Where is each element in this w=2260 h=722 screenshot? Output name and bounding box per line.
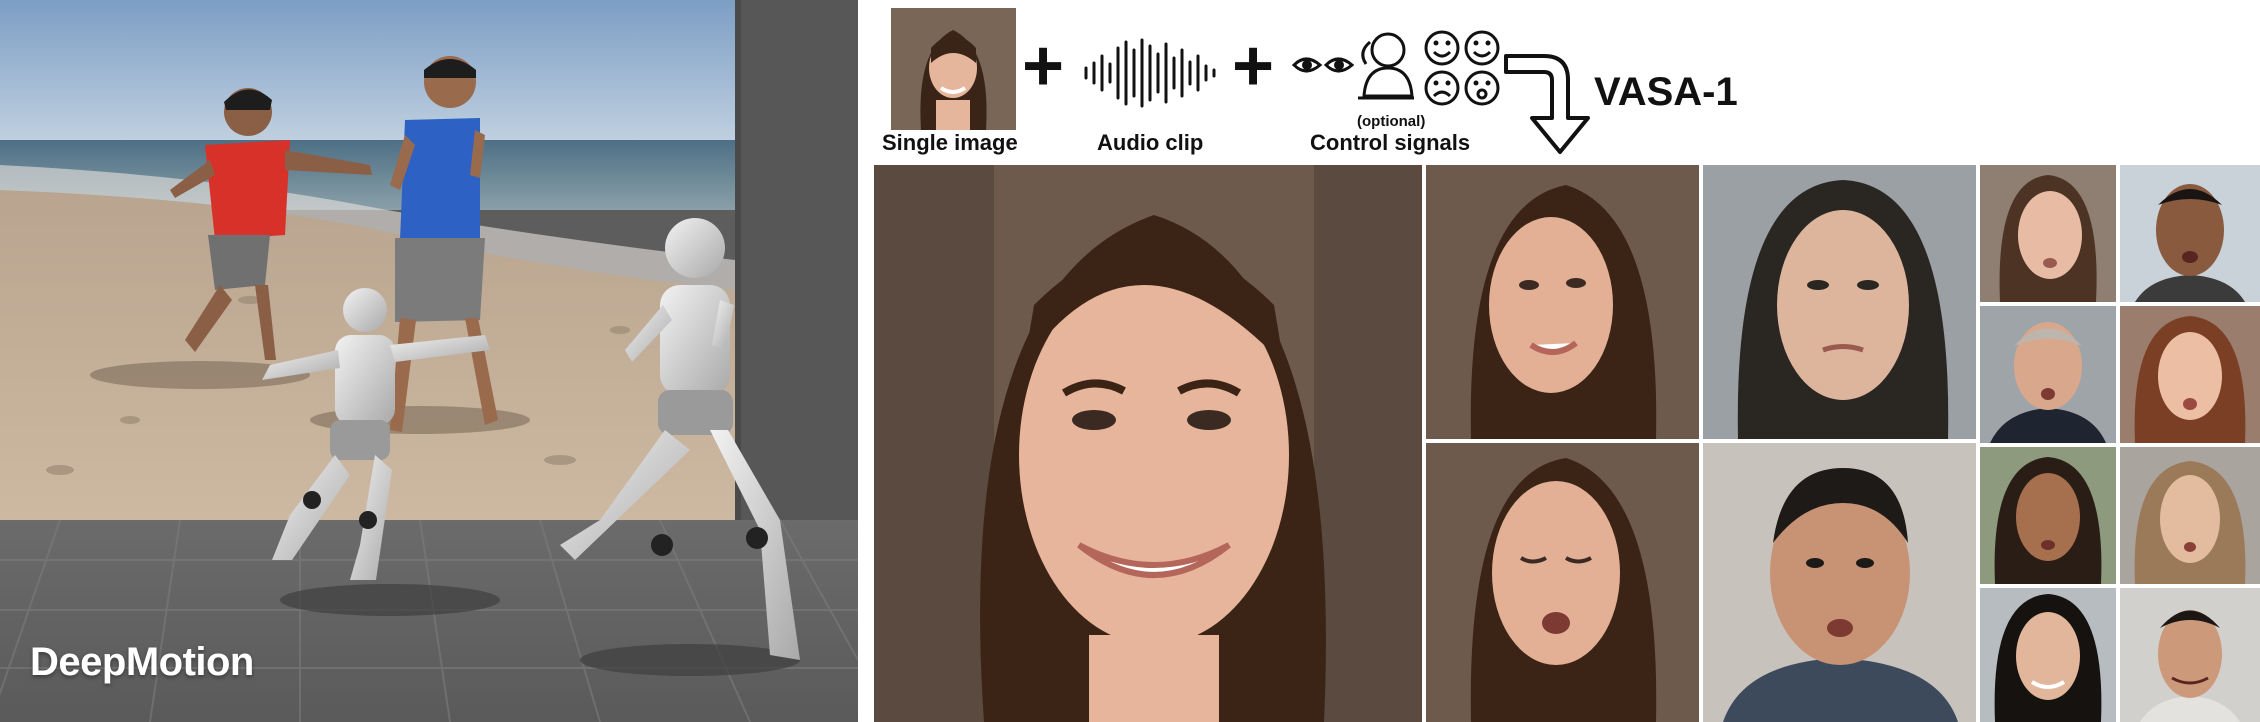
person-icon: [1358, 32, 1414, 100]
face-tile-small-5: [1980, 447, 2116, 584]
face-tile-small-8: [2120, 588, 2260, 722]
plus-sign-2: +: [1232, 26, 1275, 106]
single-image-label: Single image: [882, 130, 1018, 155]
face-tile-medium-4: [1703, 443, 1976, 722]
deepmotion-scene: DeepMotion: [0, 0, 858, 722]
face-tile-small-1: [1980, 165, 2116, 302]
face-tile-small-3: [1980, 306, 2116, 443]
face-tile-medium-3: [1703, 165, 1976, 439]
face-tile-small-4: [2120, 306, 2260, 443]
emotion-faces-icon: [1424, 30, 1500, 106]
face-tile-small-2: [2120, 165, 2260, 302]
face-tile-small-7: [1980, 588, 2116, 722]
audio-waveform-icon: [1084, 38, 1216, 108]
control-signals-label: Control signals: [1310, 130, 1471, 155]
vasa-figure: Single image + Audio clip + (optional) C…: [872, 0, 2260, 722]
portrait-thumbnail: [891, 8, 1016, 130]
curved-arrow-icon: [1504, 54, 1590, 154]
face-tile-large: [874, 165, 1422, 722]
plus-sign-1: +: [1022, 26, 1065, 106]
deepmotion-label: DeepMotion: [30, 640, 254, 684]
input-diagram: Single image + Audio clip + (optional) C…: [872, 0, 2260, 165]
eyes-icon: [1292, 57, 1354, 73]
vasa-title: VASA-1: [1594, 70, 1738, 114]
face-tile-medium-2: [1426, 443, 1699, 722]
face-grid: [874, 165, 2260, 722]
optional-label: (optional): [1357, 113, 1426, 130]
audio-clip-label: Audio clip: [1097, 130, 1204, 155]
beach-animation-illustration: [0, 0, 858, 722]
face-tile-small-6: [2120, 447, 2260, 584]
face-tile-medium-1: [1426, 165, 1699, 439]
